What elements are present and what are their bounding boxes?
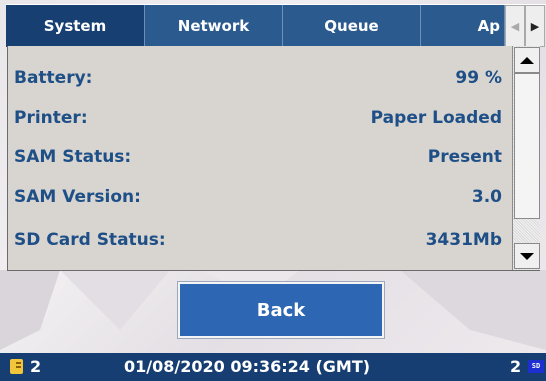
system-info-panel: Battery: 99 % Printer: Paper Loaded SAM …	[7, 46, 540, 271]
info-row-battery: Battery: 99 %	[8, 58, 512, 98]
info-value: Present	[427, 147, 502, 167]
tab-bar: System Network Queue Ap ◀ ▶	[6, 4, 546, 47]
info-value: Paper Loaded	[370, 108, 502, 128]
back-button[interactable]: Back	[178, 282, 384, 338]
vertical-scrollbar[interactable]	[512, 46, 540, 270]
info-label: SAM Status:	[14, 147, 132, 167]
document-icon[interactable]	[10, 359, 23, 374]
tab-scroll-left-button[interactable]: ◀	[505, 5, 525, 47]
tab-label: System	[43, 17, 107, 35]
scroll-down-button[interactable]	[514, 243, 540, 269]
datetime-display: 01/08/2020 09:36:24 (GMT)	[124, 357, 371, 376]
tab-applications[interactable]: Ap	[421, 5, 505, 47]
tab-system[interactable]: System	[6, 5, 145, 47]
status-bar: 2 01/08/2020 09:36:24 (GMT) 2 SD	[0, 353, 546, 381]
back-button-label: Back	[256, 299, 306, 321]
scroll-up-button[interactable]	[514, 47, 540, 73]
info-value: 3431Mb	[425, 230, 502, 250]
info-label: SAM Version:	[14, 187, 141, 207]
triangle-left-icon: ◀	[510, 19, 520, 33]
tab-queue[interactable]: Queue	[283, 5, 421, 47]
info-value: 99 %	[455, 68, 502, 88]
tab-network[interactable]: Network	[145, 5, 283, 47]
queue-count: 2	[30, 357, 42, 376]
tab-label: Queue	[324, 17, 379, 35]
arrow-up-icon	[520, 56, 534, 64]
triangle-right-icon: ▶	[530, 19, 540, 33]
tab-label: Network	[177, 17, 250, 35]
info-label: Printer:	[14, 108, 88, 128]
sd-card-icon: SD	[528, 360, 544, 373]
tab-scroll-right-button[interactable]: ▶	[525, 5, 545, 47]
scroll-thumb[interactable]	[514, 73, 540, 219]
info-list: Battery: 99 % Printer: Paper Loaded SAM …	[8, 46, 512, 270]
info-label: Battery:	[14, 68, 93, 88]
info-label: SD Card Status:	[14, 230, 166, 250]
tab-label: Ap	[477, 17, 500, 35]
info-value: 3.0	[471, 187, 502, 207]
info-row-sd-card-status: SD Card Status: 3431Mb	[8, 220, 512, 260]
info-row-sam-version: SAM Version: 3.0	[8, 177, 512, 217]
info-row-printer: Printer: Paper Loaded	[8, 98, 512, 138]
arrow-down-icon	[520, 252, 534, 260]
sd-count: 2	[510, 357, 522, 376]
info-row-sam-status: SAM Status: Present	[8, 137, 512, 177]
